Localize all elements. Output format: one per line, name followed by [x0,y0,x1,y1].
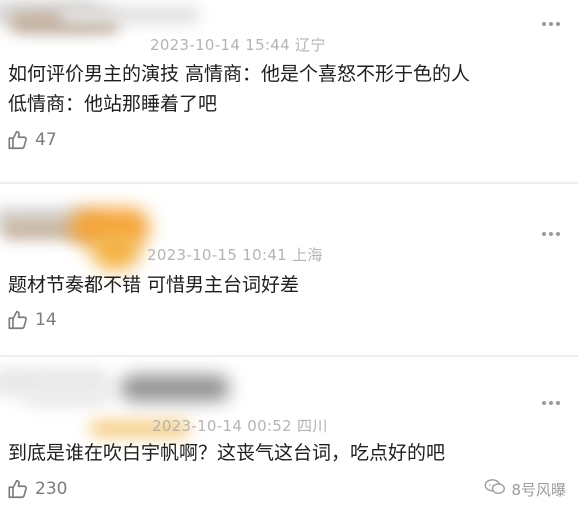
more-dot [549,22,553,26]
comment-meta: 2023-10-14 00:52 四川 [152,417,328,435]
like-button[interactable]: 230 [7,477,67,501]
more-dots-icon [542,232,546,236]
more-dot [556,401,560,405]
more-dot [556,232,560,236]
chat-bubbles-icon [484,478,506,500]
more-dots-icon [542,401,546,405]
like-button[interactable]: 47 [7,128,57,152]
comment-text: 到底是谁在吹白宇帆啊？这丧气这台词，吃点好的吧 [8,442,446,464]
more-dot [556,22,560,26]
watermark: 8号风曝 [484,478,566,500]
thumbs-up-icon [7,129,29,151]
more-options-button[interactable] [542,22,560,26]
comment-text: 题材节奏都不错 可惜男主台词好差 [8,274,300,296]
like-button[interactable]: 14 [7,308,57,332]
thumbs-up-icon [7,309,29,331]
like-count: 14 [35,310,57,330]
more-dots-icon [542,22,546,26]
watermark-text: 8号风曝 [511,480,566,499]
more-dot [549,401,553,405]
more-dot [549,232,553,236]
like-count: 230 [35,479,68,499]
thumbs-up-icon [7,478,29,500]
comment-item: 2023-10-15 10:41 上海 题材节奏都不错 可惜男主台词好差 14 [0,184,578,356]
like-count: 47 [35,130,57,150]
comment-meta: 2023-10-15 10:41 上海 [147,246,323,264]
comment-text: 如何评价男主的演技 高情商：他是个喜怒不形于色的人 低情商：他站那睡着了吧 [8,63,471,115]
more-options-button[interactable] [542,401,560,405]
comment-meta: 2023-10-14 15:44 辽宁 [150,36,326,54]
more-options-button[interactable] [542,232,560,236]
comment-item: 2023-10-14 15:44 辽宁 如何评价男主的演技 高情商：他是个喜怒不… [0,0,578,183]
